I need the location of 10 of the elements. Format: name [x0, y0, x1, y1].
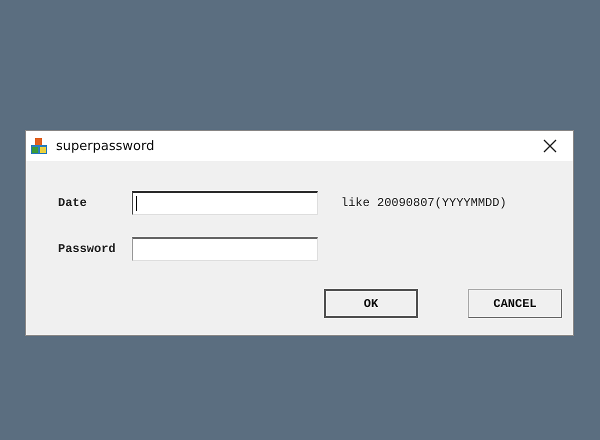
field-label: Date — [58, 196, 88, 210]
input-field[interactable] — [132, 237, 318, 261]
hint-text: like 20090807(YYYYMMDD) — [341, 196, 507, 210]
close-icon — [543, 139, 557, 153]
ok-button[interactable]: OK — [324, 289, 418, 318]
cancel-button[interactable]: CANCEL — [468, 289, 562, 318]
window-title: superpassword — [56, 138, 156, 154]
app-icon — [30, 137, 48, 155]
input-field[interactable] — [132, 191, 318, 215]
field-label: Password — [58, 242, 117, 256]
